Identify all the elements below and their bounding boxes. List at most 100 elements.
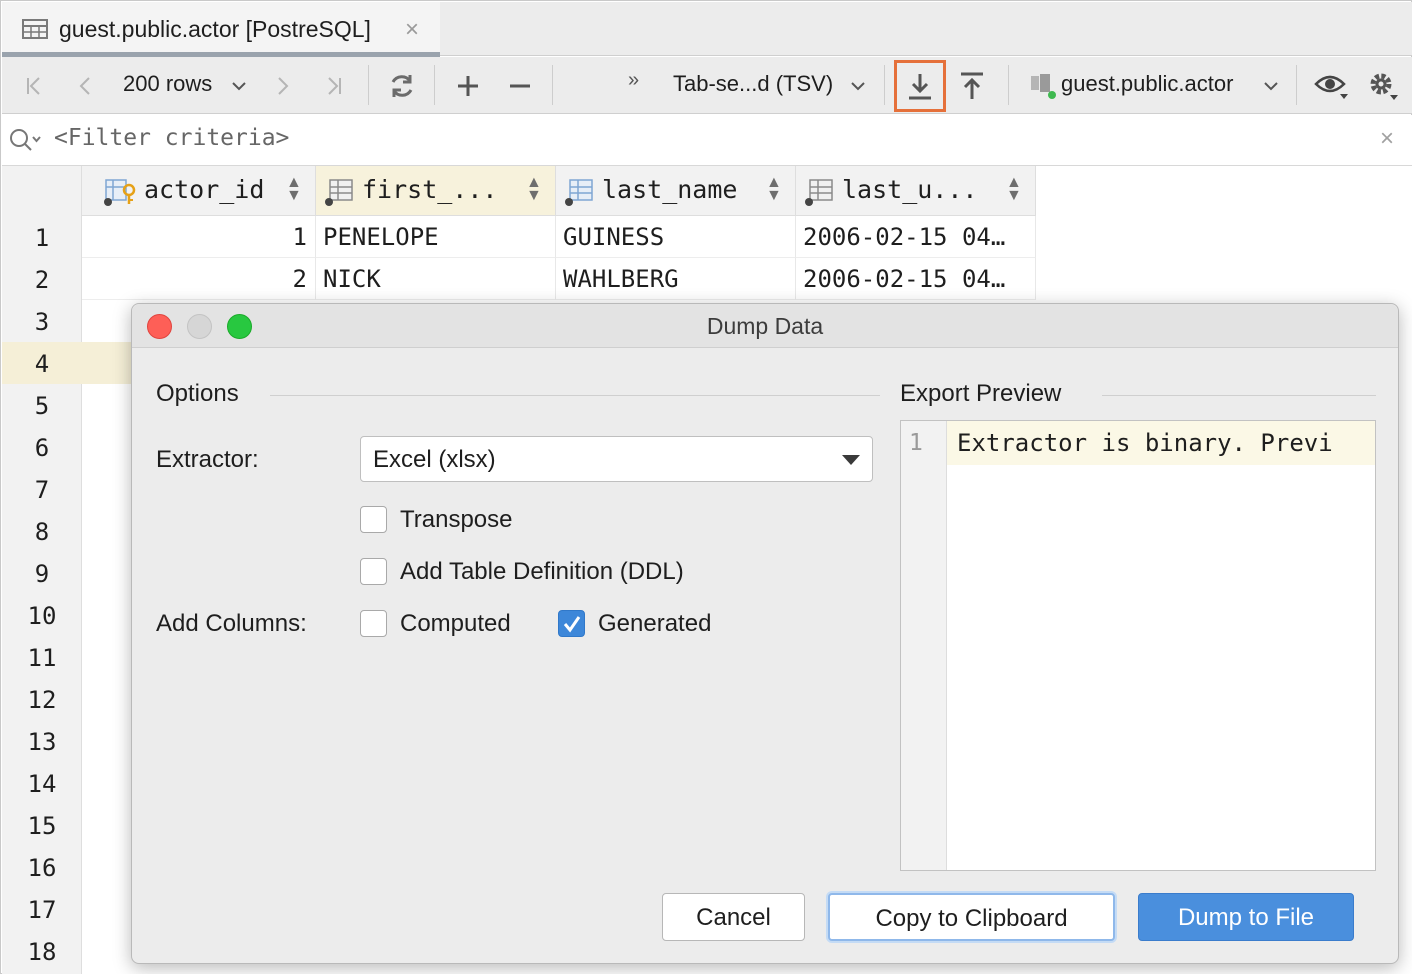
- sort-icon[interactable]: ▲ ▼: [766, 175, 782, 204]
- preview-divider: [1102, 395, 1376, 396]
- row-number[interactable]: 5: [2, 384, 82, 426]
- row-number[interactable]: 2: [2, 258, 82, 300]
- format-selector[interactable]: Tab-se...d (TSV): [673, 71, 833, 97]
- extractor-label: Extractor:: [156, 446, 259, 473]
- extractor-value: Excel (xlsx): [373, 446, 496, 473]
- more-actions-icon[interactable]: »: [628, 69, 639, 92]
- row-number[interactable]: 17: [2, 888, 82, 930]
- row-number[interactable]: 14: [2, 762, 82, 804]
- editor-tab-bar: guest.public.actor [PostreSQL] ×: [2, 2, 1412, 57]
- table-cell[interactable]: GUINESS: [556, 216, 796, 258]
- column-name: last_u...: [842, 175, 978, 204]
- export-data-icon[interactable]: [898, 57, 942, 114]
- preview-line-gutter: 1: [901, 421, 947, 870]
- delete-row-icon[interactable]: [500, 57, 540, 114]
- table-cell[interactable]: 2006-02-15 04…: [796, 216, 1036, 258]
- table-cell[interactable]: 1: [82, 216, 316, 258]
- refresh-icon[interactable]: [382, 57, 422, 114]
- extractor-select[interactable]: Excel (xlsx): [360, 436, 873, 482]
- transpose-checkbox[interactable]: [360, 506, 387, 533]
- dump-to-file-button[interactable]: Dump to File: [1138, 893, 1354, 941]
- view-options-eye-icon[interactable]: [1310, 57, 1352, 114]
- datasource-icon: [1024, 57, 1060, 114]
- column-name: last_name: [602, 175, 738, 204]
- computed-checkbox[interactable]: [360, 610, 387, 637]
- selected-row-highlight: [82, 342, 132, 384]
- add-columns-label: Add Columns:: [156, 610, 307, 637]
- options-divider: [270, 395, 880, 396]
- table-cell[interactable]: 2006-02-15 04…: [796, 258, 1036, 300]
- search-icon[interactable]: [8, 127, 42, 153]
- dropdown-arrow-icon: [842, 455, 860, 465]
- row-number[interactable]: 6: [2, 426, 82, 468]
- import-data-icon[interactable]: [950, 57, 994, 114]
- options-section-title: Options: [156, 380, 239, 407]
- column-header-last-update[interactable]: last_u... ▲ ▼: [796, 166, 1036, 216]
- column-name: actor_id: [144, 175, 265, 204]
- toolbar-separator: [1296, 65, 1297, 105]
- cancel-button[interactable]: Cancel: [662, 893, 805, 941]
- primary-key-column-icon: [104, 179, 136, 206]
- dialog-title-bar: Dump Data: [132, 304, 1398, 348]
- dialog-title: Dump Data: [706, 313, 824, 339]
- row-number[interactable]: 8: [2, 510, 82, 552]
- generated-label[interactable]: Generated: [598, 610, 711, 638]
- row-number[interactable]: 12: [2, 678, 82, 720]
- table-cell[interactable]: PENELOPE: [316, 216, 556, 258]
- next-page-icon[interactable]: [264, 57, 300, 114]
- filter-criteria-input[interactable]: <Filter criteria>: [54, 125, 289, 151]
- column-icon: [565, 179, 593, 206]
- export-preview-title: Export Preview: [900, 380, 1062, 407]
- rows-count-selector[interactable]: 200 rows: [123, 71, 212, 97]
- tab-close-icon[interactable]: ×: [405, 16, 419, 44]
- row-number[interactable]: 9: [2, 552, 82, 594]
- clear-filter-icon[interactable]: ×: [1380, 125, 1394, 153]
- row-number[interactable]: 4: [2, 342, 82, 384]
- row-number[interactable]: 13: [2, 720, 82, 762]
- tab-title: guest.public.actor [PostreSQL]: [59, 16, 371, 42]
- row-number[interactable]: 1: [2, 216, 82, 258]
- data-toolbar: 200 rows » Tab-se...d (TSV) guest.public…: [2, 57, 1412, 114]
- add-ddl-label[interactable]: Add Table Definition (DDL): [400, 558, 684, 586]
- toolbar-separator: [1008, 65, 1009, 105]
- computed-label[interactable]: Computed: [400, 610, 511, 638]
- row-number[interactable]: 18: [2, 930, 82, 972]
- column-header-last-name[interactable]: last_name ▲ ▼: [556, 166, 796, 216]
- format-chevron-down-icon[interactable]: [847, 57, 869, 114]
- datasource-selector[interactable]: guest.public.actor: [1061, 71, 1233, 97]
- transpose-label[interactable]: Transpose: [400, 506, 513, 534]
- last-page-icon[interactable]: [316, 57, 352, 114]
- toolbar-separator: [884, 65, 885, 105]
- row-number[interactable]: 11: [2, 636, 82, 678]
- settings-gear-icon[interactable]: [1362, 57, 1404, 114]
- filter-bar[interactable]: <Filter criteria> ×: [2, 115, 1412, 166]
- rows-chevron-down-icon[interactable]: [228, 57, 250, 114]
- row-number[interactable]: 10: [2, 594, 82, 636]
- toolbar-separator: [434, 65, 435, 105]
- row-number[interactable]: 16: [2, 846, 82, 888]
- column-header-first-name[interactable]: first_... ▲ ▼: [316, 166, 556, 216]
- sort-icon[interactable]: ▲ ▼: [286, 175, 302, 204]
- add-ddl-checkbox[interactable]: [360, 558, 387, 585]
- sort-icon[interactable]: ▲ ▼: [526, 175, 542, 204]
- row-number[interactable]: 15: [2, 804, 82, 846]
- add-row-icon[interactable]: [448, 57, 488, 114]
- editor-tab[interactable]: guest.public.actor [PostreSQL] ×: [2, 2, 440, 57]
- copy-to-clipboard-button[interactable]: Copy to Clipboard: [828, 893, 1115, 941]
- table-cell[interactable]: 2: [82, 258, 316, 300]
- generated-checkbox[interactable]: [558, 610, 585, 637]
- preview-text: Extractor is binary. Previ: [957, 429, 1333, 457]
- row-number[interactable]: 3: [2, 300, 82, 342]
- checkmark-icon: [563, 616, 581, 633]
- first-page-icon[interactable]: [16, 57, 52, 114]
- column-icon: [325, 179, 353, 206]
- export-preview-editor[interactable]: 1 Extractor is binary. Previ: [900, 420, 1376, 871]
- row-number[interactable]: 7: [2, 468, 82, 510]
- column-icon: [805, 179, 833, 206]
- column-header-actor-id[interactable]: actor_id ▲ ▼: [82, 166, 316, 216]
- sort-icon[interactable]: ▲ ▼: [1006, 175, 1022, 204]
- table-cell[interactable]: WAHLBERG: [556, 258, 796, 300]
- previous-page-icon[interactable]: [68, 57, 104, 114]
- datasource-chevron-down-icon[interactable]: [1260, 57, 1282, 114]
- table-cell[interactable]: NICK: [316, 258, 556, 300]
